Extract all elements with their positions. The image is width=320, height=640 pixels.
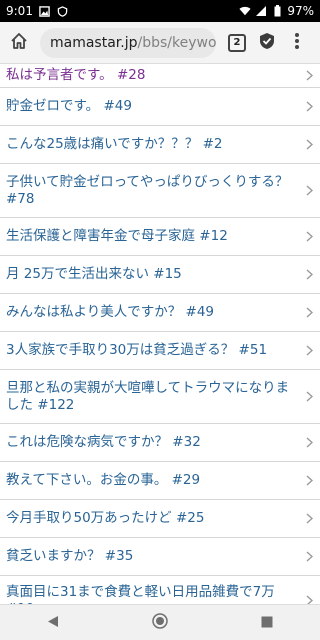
- thread-title: みんなは私より美人ですか？ #49: [6, 304, 215, 320]
- back-icon: [47, 613, 59, 632]
- list-item[interactable]: 子供いて貯金ゼロってやっぱりびっくりする？ #78: [0, 164, 320, 218]
- privacy-shield-button[interactable]: [252, 28, 282, 58]
- address-bar[interactable]: mamastar.jp/bbs/keywor: [40, 27, 217, 58]
- thread-title: 真面目に31まで食費と軽い日用品雑費で7万 #19: [6, 583, 275, 605]
- home-nav-icon: [151, 612, 169, 634]
- system-nav-bar: [0, 604, 320, 640]
- chevron-right-icon: [302, 437, 316, 448]
- menu-button[interactable]: [282, 28, 312, 58]
- chevron-right-icon: [302, 139, 316, 150]
- thread-title: 今月手取り50万あったけど #25: [6, 510, 205, 526]
- recents-icon: [261, 613, 273, 632]
- thread-title: これは危険な病気ですか？ #32: [6, 434, 201, 450]
- list-item[interactable]: 月 25万で生活出来ない #15: [0, 256, 320, 294]
- image-notification-icon: [39, 5, 51, 17]
- recents-button[interactable]: [247, 608, 287, 638]
- thread-title: 子供いて貯金ゼロってやっぱりびっくりする？ #78: [6, 173, 289, 207]
- shield-notification-icon: [57, 5, 69, 17]
- thread-title: 貧乏いますか？ #35: [6, 548, 134, 564]
- list-item[interactable]: 3人家族で手取り30万は貧乏過ぎる？ #51: [0, 332, 320, 370]
- url-host: mamastar.jp: [50, 34, 138, 51]
- back-button[interactable]: [33, 608, 73, 638]
- list-item[interactable]: 生活保護と障害年金で母子家庭 #12: [0, 218, 320, 256]
- chevron-right-icon: [302, 307, 316, 318]
- signal-icon: [255, 5, 267, 17]
- list-item[interactable]: こんな25歳は痛いですか？？？ #2: [0, 126, 320, 164]
- chevron-right-icon: [302, 231, 316, 242]
- thread-title: 3人家族で手取り30万は貧乏過ぎる？ #51: [6, 342, 268, 358]
- thread-title: 教えて下さい。お金の事。 #29: [6, 472, 201, 488]
- chevron-right-icon: [302, 513, 316, 524]
- more-vert-icon: [294, 32, 300, 54]
- chevron-right-icon: [302, 185, 316, 196]
- home-icon: [9, 31, 29, 55]
- thread-title: 私は予言者です。 #28: [6, 67, 146, 83]
- thread-list: 私は予言者です。 #28 貯金ゼロです。 #49 こんな25歳は痛いですか？？？…: [0, 64, 320, 604]
- chevron-right-icon: [302, 391, 316, 402]
- home-button[interactable]: [4, 28, 34, 58]
- chevron-right-icon: [302, 595, 316, 604]
- browser-toolbar: mamastar.jp/bbs/keywor 2: [0, 22, 320, 64]
- list-item[interactable]: 私は予言者です。 #28: [0, 64, 320, 88]
- list-item[interactable]: 真面目に31まで食費と軽い日用品雑費で7万 #19: [0, 576, 320, 604]
- chevron-right-icon: [302, 70, 316, 81]
- list-item[interactable]: 旦那と私の実親が大喧嘩してトラウマになりました #122: [0, 370, 320, 424]
- list-item[interactable]: 教えて下さい。お金の事。 #29: [0, 462, 320, 500]
- battery-icon: [271, 5, 283, 17]
- wifi-icon: [239, 5, 251, 17]
- home-nav-button[interactable]: [140, 608, 180, 638]
- thread-title: こんな25歳は痛いですか？？？ #2: [6, 136, 223, 152]
- status-bar: 9:01 97%: [0, 0, 320, 22]
- thread-title: 月 25万で生活出来ない #15: [6, 266, 182, 282]
- chevron-right-icon: [302, 101, 316, 112]
- thread-title: 貯金ゼロです。 #49: [6, 98, 132, 114]
- chevron-right-icon: [302, 345, 316, 356]
- list-item[interactable]: みんなは私より美人ですか？ #49: [0, 294, 320, 332]
- url-path: /bbs/keywor: [137, 34, 217, 51]
- chevron-right-icon: [302, 269, 316, 280]
- shield-icon: [257, 31, 277, 55]
- status-time: 9:01: [6, 4, 33, 18]
- list-item[interactable]: 貯金ゼロです。 #49: [0, 88, 320, 126]
- list-item[interactable]: 貧乏いますか？ #35: [0, 538, 320, 576]
- battery-level: 97%: [287, 4, 314, 18]
- chevron-right-icon: [302, 475, 316, 486]
- thread-title: 旦那と私の実親が大喧嘩してトラウマになりました #122: [6, 379, 290, 413]
- tabs-count: 2: [228, 33, 246, 52]
- tab-switcher-button[interactable]: 2: [222, 28, 252, 58]
- list-item[interactable]: 今月手取り50万あったけど #25: [0, 500, 320, 538]
- chevron-right-icon: [302, 551, 316, 562]
- list-item[interactable]: これは危険な病気ですか？ #32: [0, 424, 320, 462]
- thread-title: 生活保護と障害年金で母子家庭 #12: [6, 228, 228, 244]
